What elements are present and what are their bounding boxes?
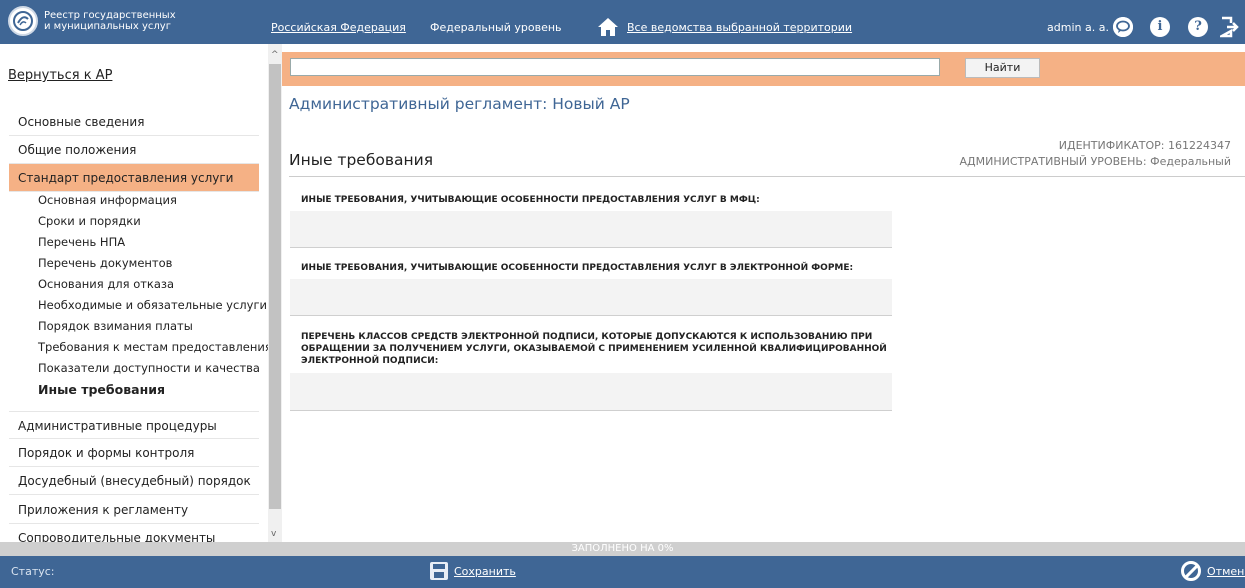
home-icon[interactable] <box>597 17 619 40</box>
sidebar-scrollbar[interactable]: ^ v <box>268 44 282 542</box>
scroll-down-icon[interactable]: v <box>271 529 276 539</box>
sidebar-subitem[interactable]: Показатели доступности и качества <box>38 361 260 375</box>
field-label-mfc: ИНЫЕ ТРЕБОВАНИЯ, УЧИТЫВАЮЩИЕ ОСОБЕННОСТИ… <box>301 195 760 205</box>
sidebar-subitem[interactable]: Основная информация <box>38 193 177 207</box>
user-name[interactable]: admin a. a. <box>1047 21 1109 34</box>
search-button[interactable]: Найти <box>965 58 1040 78</box>
region-link[interactable]: Российская Федерация <box>271 21 406 34</box>
logo[interactable]: Реестр государственных и муниципальных у… <box>8 6 184 36</box>
sidebar-subitem[interactable]: Порядок взимания платы <box>38 319 193 333</box>
identifier-text: ИДЕНТИФИКАТОР: 161224347 <box>1058 139 1231 152</box>
field-label-electronic: ИНЫЕ ТРЕБОВАНИЯ, УЧИТЫВАЮЩИЕ ОСОБЕННОСТИ… <box>301 263 854 273</box>
progress-text: ЗАПОЛНЕНО НА 0% <box>571 543 674 554</box>
field-input-mfc[interactable] <box>290 211 892 248</box>
save-button[interactable]: Сохранить <box>454 565 516 578</box>
logo-icon <box>8 6 38 36</box>
logo-text: Реестр государственных и муниципальных у… <box>44 10 176 32</box>
progress-bar: ЗАПОЛНЕНО НА 0% <box>0 542 1245 556</box>
sidebar-section-main-info[interactable]: Основные сведения <box>9 108 259 136</box>
sidebar-section-documents[interactable]: Сопроводительные документы <box>9 524 259 542</box>
sidebar-subitem[interactable]: Необходимые и обязательные услуги <box>38 298 267 312</box>
field-label-signature: ПЕРЕЧЕНЬ КЛАССОВ СРЕДСТВ ЭЛЕКТРОННОЙ ПОД… <box>301 332 887 366</box>
divider <box>289 176 1245 177</box>
help-icon[interactable]: ? <box>1188 17 1208 37</box>
status-bar: Статус: Сохранить Отменить <box>0 556 1245 588</box>
sidebar: Вернуться к АР Основные сведения Общие п… <box>0 44 268 542</box>
cancel-button[interactable]: Отменить <box>1207 565 1245 578</box>
scroll-thumb[interactable] <box>269 64 281 509</box>
level-text: Федеральный уровень <box>430 21 562 34</box>
sidebar-section-general[interactable]: Общие положения <box>9 136 259 164</box>
field-input-electronic[interactable] <box>290 279 892 316</box>
sidebar-subitem[interactable]: Перечень НПА <box>38 235 125 249</box>
info-icon[interactable]: i <box>1150 17 1170 37</box>
section-title: Иные требования <box>289 151 434 169</box>
sidebar-section-control[interactable]: Порядок и формы контроля <box>9 439 259 467</box>
sidebar-subitem[interactable]: Требования к местам предоставления <box>38 340 268 354</box>
agencies-link[interactable]: Все ведомства выбранной территории <box>627 21 852 34</box>
cancel-icon[interactable] <box>1181 561 1201 581</box>
sidebar-subitem[interactable]: Сроки и порядки <box>38 214 141 228</box>
admin-level-text: АДМИНИСТРАТИВНЫЙ УРОВЕНЬ: Федеральный <box>959 155 1231 168</box>
back-link[interactable]: Вернуться к АР <box>8 68 112 83</box>
search-bar: Найти <box>282 52 1245 86</box>
sidebar-section-attachments[interactable]: Приложения к регламенту <box>9 496 259 524</box>
search-input[interactable] <box>290 58 940 76</box>
field-input-signature[interactable] <box>290 373 892 411</box>
page-title: Административный регламент: Новый АР <box>289 95 630 113</box>
sidebar-section-procedures[interactable]: Административные процедуры <box>9 411 259 439</box>
status-label: Статус: <box>11 565 55 578</box>
sidebar-subitem-active[interactable]: Иные требования <box>38 382 165 397</box>
sidebar-subitem[interactable]: Основания для отказа <box>38 277 174 291</box>
top-bar: Реестр государственных и муниципальных у… <box>0 0 1245 44</box>
save-icon[interactable] <box>430 562 448 580</box>
sidebar-subitem[interactable]: Перечень документов <box>38 256 172 270</box>
scroll-up-icon[interactable]: ^ <box>271 50 279 60</box>
chat-icon[interactable] <box>1113 17 1133 37</box>
sidebar-section-appeal[interactable]: Досудебный (внесудебный) порядок <box>9 467 259 495</box>
logout-icon[interactable] <box>1217 16 1240 41</box>
sidebar-section-standard[interactable]: Стандарт предоставления услуги <box>9 164 259 192</box>
